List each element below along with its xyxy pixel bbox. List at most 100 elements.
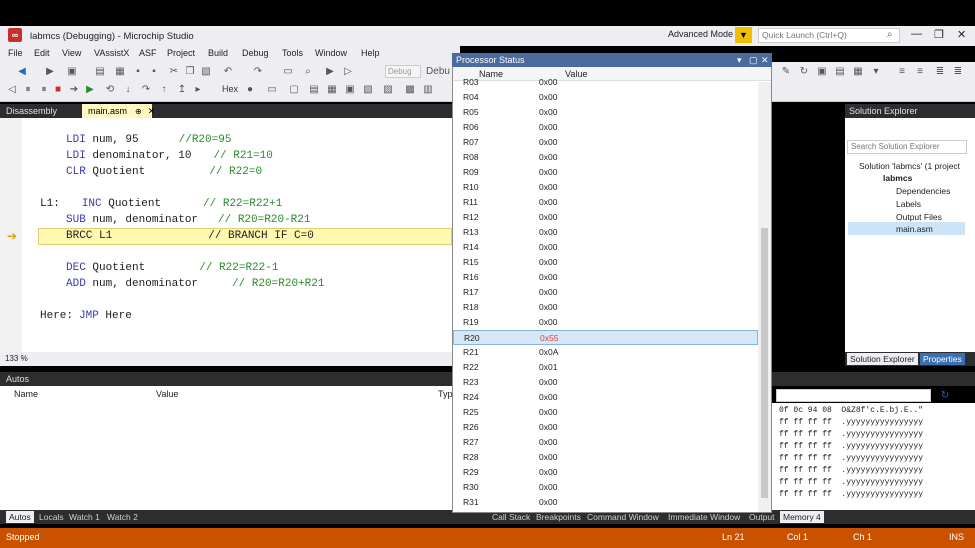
register-value[interactable]: 0x00: [539, 422, 557, 432]
register-value[interactable]: 0x00: [539, 137, 557, 147]
tab-properties[interactable]: Properties: [920, 353, 965, 365]
pin-icon[interactable]: ▩: [404, 84, 416, 96]
layout-icon[interactable]: ▥: [422, 84, 434, 96]
device-icon[interactable]: ▣: [816, 66, 828, 78]
tab-locals[interactable]: Locals: [36, 511, 67, 523]
menu-vassistx[interactable]: VAssistX: [94, 48, 129, 58]
register-row[interactable]: R19 0x00: [453, 315, 758, 330]
register-row[interactable]: R22 0x01: [453, 360, 758, 375]
continue-icon[interactable]: ▷: [342, 66, 354, 78]
windows-icon[interactable]: ▭: [266, 84, 278, 96]
register-row[interactable]: R18 0x00: [453, 300, 758, 315]
register-value[interactable]: 0x00: [539, 167, 557, 177]
register-row[interactable]: R25 0x00: [453, 405, 758, 420]
pin-icon[interactable]: ⊕: [135, 107, 142, 116]
refresh-icon[interactable]: ↻: [798, 66, 810, 78]
register-value[interactable]: 0x00: [539, 377, 557, 387]
register-row[interactable]: R07 0x00: [453, 135, 758, 150]
redo-icon[interactable]: ↷: [252, 66, 264, 78]
save-icon[interactable]: ▪: [132, 66, 144, 78]
menu-help[interactable]: Help: [361, 48, 380, 58]
cut-icon[interactable]: ✂: [168, 66, 180, 78]
tab-main-asm[interactable]: main.asm ⊕ ✕: [82, 104, 155, 118]
back-icon[interactable]: ◀: [16, 66, 28, 78]
menu-build[interactable]: Build: [208, 48, 228, 58]
register-row[interactable]: R29 0x00: [453, 465, 758, 480]
solution-search-input[interactable]: Search Solution Explorer: [847, 140, 967, 154]
step-over-icon[interactable]: ↷: [140, 84, 152, 96]
register-row[interactable]: R09 0x00: [453, 165, 758, 180]
paste-icon[interactable]: ▧: [200, 66, 212, 78]
register-value[interactable]: 0x00: [539, 77, 557, 87]
register-value[interactable]: 0x00: [539, 437, 557, 447]
register-value[interactable]: 0x00: [539, 227, 557, 237]
continue-run-icon[interactable]: ▶: [84, 84, 96, 96]
register-value[interactable]: 0x00: [539, 182, 557, 192]
register-row[interactable]: R05 0x00: [453, 105, 758, 120]
register-value[interactable]: 0x00: [539, 317, 557, 327]
new-project-icon[interactable]: ▣: [66, 66, 78, 78]
minimize-icon[interactable]: —: [911, 28, 922, 40]
memory-address-input[interactable]: [776, 389, 931, 402]
tree-solution[interactable]: Solution 'labmcs' (1 project: [859, 161, 960, 171]
register-value[interactable]: 0x55: [540, 333, 558, 343]
close-icon[interactable]: ✕: [957, 28, 966, 41]
register-value[interactable]: 0x00: [539, 152, 557, 162]
register-value[interactable]: 0x00: [539, 122, 557, 132]
advanced-mode-label[interactable]: Advanced Mode: [668, 29, 733, 39]
show-next-icon[interactable]: ➔: [68, 84, 80, 96]
tab-solution-explorer[interactable]: Solution Explorer: [847, 353, 918, 365]
menu-edit[interactable]: Edit: [34, 48, 50, 58]
menu-asf[interactable]: ASF: [139, 48, 157, 58]
wrench-icon[interactable]: ✎: [780, 66, 792, 78]
register-value[interactable]: 0x0A: [539, 347, 558, 357]
stop-icon[interactable]: ■: [52, 84, 64, 96]
filter-icon[interactable]: ▼: [735, 27, 752, 43]
step-back-icon[interactable]: ◁: [6, 84, 18, 96]
register-row[interactable]: R12 0x00: [453, 210, 758, 225]
register-value[interactable]: 0x00: [539, 392, 557, 402]
comment-icon[interactable]: ≣: [934, 66, 946, 78]
tab-autos[interactable]: Autos: [6, 511, 34, 523]
refresh-icon[interactable]: ↻: [938, 389, 952, 402]
processor-scroll-thumb[interactable]: [761, 228, 768, 498]
register-row[interactable]: R28 0x00: [453, 450, 758, 465]
close-tab-icon[interactable]: ✕: [148, 106, 156, 116]
register-value[interactable]: 0x01: [539, 362, 557, 372]
tree-output-files[interactable]: Output Files: [896, 212, 942, 222]
io-view-icon[interactable]: ▣: [344, 84, 356, 96]
register-row[interactable]: R03 0x00: [453, 75, 758, 90]
chip-icon[interactable]: ▦: [852, 66, 864, 78]
breakpoint-icon[interactable]: ●: [244, 84, 256, 96]
tab-disassembly[interactable]: Disassembly: [0, 104, 80, 118]
register-row[interactable]: R30 0x00: [453, 480, 758, 495]
tree-labels[interactable]: Labels: [896, 199, 921, 209]
close-icon[interactable]: ✕: [761, 55, 769, 66]
tab-memory-4[interactable]: Memory 4: [780, 511, 824, 523]
register-value[interactable]: 0x00: [539, 242, 557, 252]
register-row[interactable]: R08 0x00: [453, 150, 758, 165]
outdent-icon[interactable]: ≡: [914, 66, 926, 78]
zoom-icon[interactable]: ⌕: [302, 66, 314, 78]
register-row[interactable]: R26 0x00: [453, 420, 758, 435]
quick-launch-input[interactable]: Quick Launch (Ctrl+Q): [758, 28, 900, 43]
menu-tools[interactable]: Tools: [282, 48, 303, 58]
reset-icon[interactable]: ⟲: [104, 84, 116, 96]
open-icon[interactable]: ▦: [114, 66, 126, 78]
menu-debug[interactable]: Debug: [242, 48, 269, 58]
register-value[interactable]: 0x00: [539, 407, 557, 417]
register-value[interactable]: 0x00: [539, 287, 557, 297]
restore-icon[interactable]: ❐: [934, 28, 944, 41]
register-row[interactable]: R20 0x55: [453, 330, 758, 345]
register-value[interactable]: 0x00: [539, 257, 557, 267]
zoom-level[interactable]: 133 %: [0, 352, 452, 366]
dropdown-icon[interactable]: ▾: [870, 66, 882, 78]
register-value[interactable]: 0x00: [539, 272, 557, 282]
dropdown-icon[interactable]: ▾: [737, 55, 742, 66]
watch-icon[interactable]: ▢: [288, 84, 300, 96]
tab-watch-1[interactable]: Watch 1: [66, 511, 103, 523]
menu-window[interactable]: Window: [315, 48, 347, 58]
tree-project[interactable]: labmcs: [883, 173, 912, 183]
register-value[interactable]: 0x00: [539, 212, 557, 222]
find-icon[interactable]: ▭: [282, 66, 294, 78]
